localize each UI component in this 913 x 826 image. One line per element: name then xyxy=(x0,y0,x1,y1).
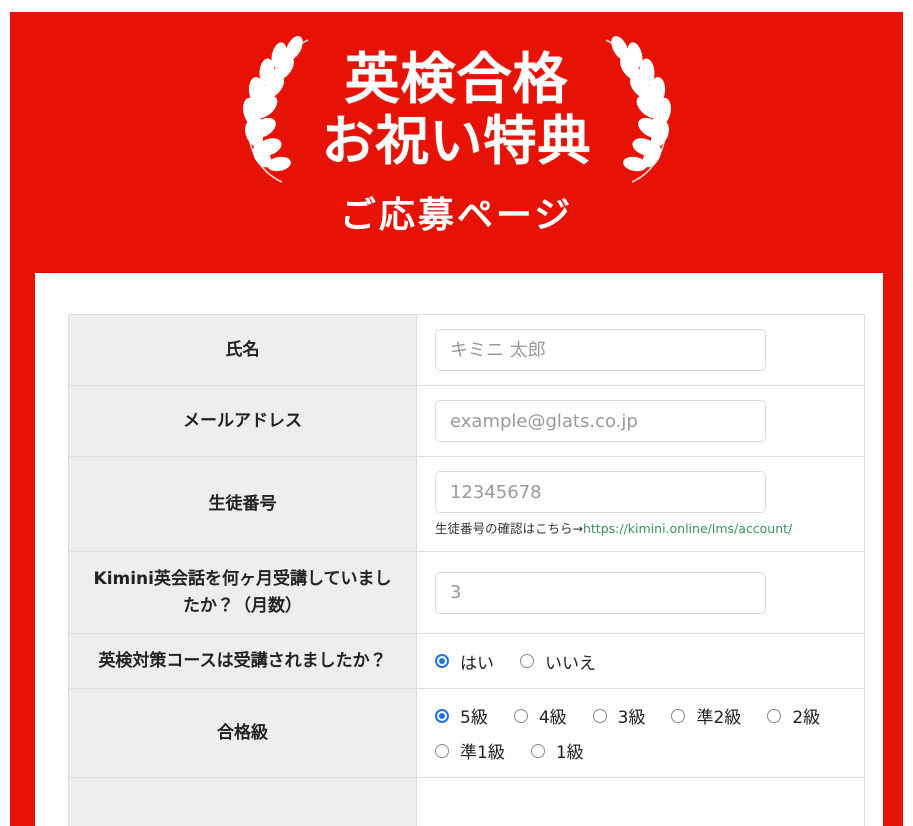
radio-unselected-icon xyxy=(767,708,782,723)
field-cell-student-number: 生徒番号の確認はこちら→https://kimini.online/lms/ac… xyxy=(416,455,865,553)
radio-selected-icon xyxy=(435,708,449,723)
logo-text-block: 英検合格 お祝い特典 xyxy=(321,46,592,173)
table-row: メールアドレス xyxy=(68,385,865,457)
radio-option-grade-5[interactable]: 5級 xyxy=(435,703,488,728)
radio-label: いいえ xyxy=(545,653,596,674)
radio-label: 準2級 xyxy=(696,708,742,729)
logo-line-1: 英検合格 xyxy=(344,46,569,111)
page-title: ご応募ページ xyxy=(339,195,574,236)
radio-unselected-icon xyxy=(592,708,607,723)
radio-unselected-icon xyxy=(671,708,686,723)
laurel-wreath-left-icon xyxy=(242,36,308,183)
table-row xyxy=(68,777,865,826)
radio-option-grade-4[interactable]: 4級 xyxy=(513,703,567,729)
radio-label: 3級 xyxy=(617,708,646,729)
laurel-wreath-right-icon xyxy=(605,36,671,183)
radio-label: 1級 xyxy=(555,743,584,764)
field-label-months-enrolled: Kimini英会話を何ヶ月受講していましたか？（月数） xyxy=(68,551,417,634)
field-cell-email xyxy=(416,385,865,457)
months-enrolled-input[interactable] xyxy=(435,571,766,614)
field-label-next-row xyxy=(68,777,417,826)
table-row: Kimini英会話を何ヶ月受講していましたか？（月数） xyxy=(68,551,865,634)
eiken-course-radio-group: はい いいえ xyxy=(435,649,864,674)
field-label-name: 氏名 xyxy=(68,314,417,386)
table-row: 英検対策コースは受講されましたか？ はい いいえ xyxy=(68,632,865,690)
field-label-passed-grade: 合格級 xyxy=(68,688,417,779)
radio-option-eiken-course-no[interactable]: いいえ xyxy=(520,649,596,674)
application-page: 英検合格 お祝い特典 ご応募ページ 氏名 キミニ 太郎 メールアドレス exam… xyxy=(0,0,913,826)
radio-option-grade-2[interactable]: 2級 xyxy=(767,703,820,728)
red-background-frame: 英検合格 お祝い特典 ご応募ページ 氏名 キミニ 太郎 メールアドレス exam… xyxy=(10,12,903,826)
radio-option-grade-1[interactable]: 1級 xyxy=(530,738,584,764)
student-number-helper-link[interactable]: https://kimini.online/lms/account/ xyxy=(583,521,792,536)
radio-option-grade-pre1[interactable]: 準1級 xyxy=(435,738,505,763)
form-panel: 氏名 メールアドレス 生徒番号 xyxy=(35,273,883,826)
radio-label: 5級 xyxy=(460,708,488,729)
radio-option-eiken-course-yes[interactable]: はい xyxy=(435,649,494,674)
student-number-helper: 生徒番号の確認はこちら→https://kimini.online/lms/ac… xyxy=(435,521,864,537)
logo-line-2: お祝い特典 xyxy=(321,111,592,173)
student-number-input[interactable] xyxy=(435,471,766,513)
table-row: 合格級 5級 4級 3級 準2級 2級 準1級 1級 xyxy=(68,688,865,779)
radio-option-grade-pre2[interactable]: 準2級 xyxy=(671,703,741,728)
radio-unselected-icon xyxy=(435,743,449,758)
field-label-student-number: 生徒番号 xyxy=(68,455,417,553)
name-input[interactable] xyxy=(435,329,766,371)
field-label-eiken-course: 英検対策コースは受講されましたか？ xyxy=(68,632,417,690)
radio-unselected-icon xyxy=(513,708,528,723)
table-row: 生徒番号 生徒番号の確認はこちら→https://kimini.online/l… xyxy=(68,455,865,553)
table-row: 氏名 xyxy=(68,314,865,386)
radio-unselected-icon xyxy=(530,743,545,758)
radio-label: 準1級 xyxy=(460,743,505,764)
field-cell-eiken-course: はい いいえ xyxy=(416,632,865,690)
radio-label: はい xyxy=(460,653,494,674)
radio-selected-icon xyxy=(435,654,449,669)
field-cell-name xyxy=(416,314,865,386)
radio-label: 4級 xyxy=(538,708,567,729)
application-form-table: 氏名 メールアドレス 生徒番号 xyxy=(68,314,865,826)
page-banner: 英検合格 お祝い特典 ご応募ページ xyxy=(10,12,903,273)
field-cell-next-row xyxy=(416,777,865,826)
radio-unselected-icon xyxy=(520,654,534,669)
campaign-logo: 英検合格 お祝い特典 xyxy=(242,34,672,186)
field-cell-months-enrolled xyxy=(416,551,865,634)
field-cell-passed-grade: 5級 4級 3級 準2級 2級 準1級 1級 xyxy=(416,688,865,779)
radio-label: 2級 xyxy=(792,708,821,729)
passed-grade-radio-group: 5級 4級 3級 準2級 2級 準1級 1級 xyxy=(435,703,864,763)
email-input[interactable] xyxy=(435,400,766,442)
student-number-helper-text: 生徒番号の確認はこちら→ xyxy=(435,521,583,536)
radio-option-grade-3[interactable]: 3級 xyxy=(592,703,646,729)
field-label-email: メールアドレス xyxy=(68,385,417,457)
